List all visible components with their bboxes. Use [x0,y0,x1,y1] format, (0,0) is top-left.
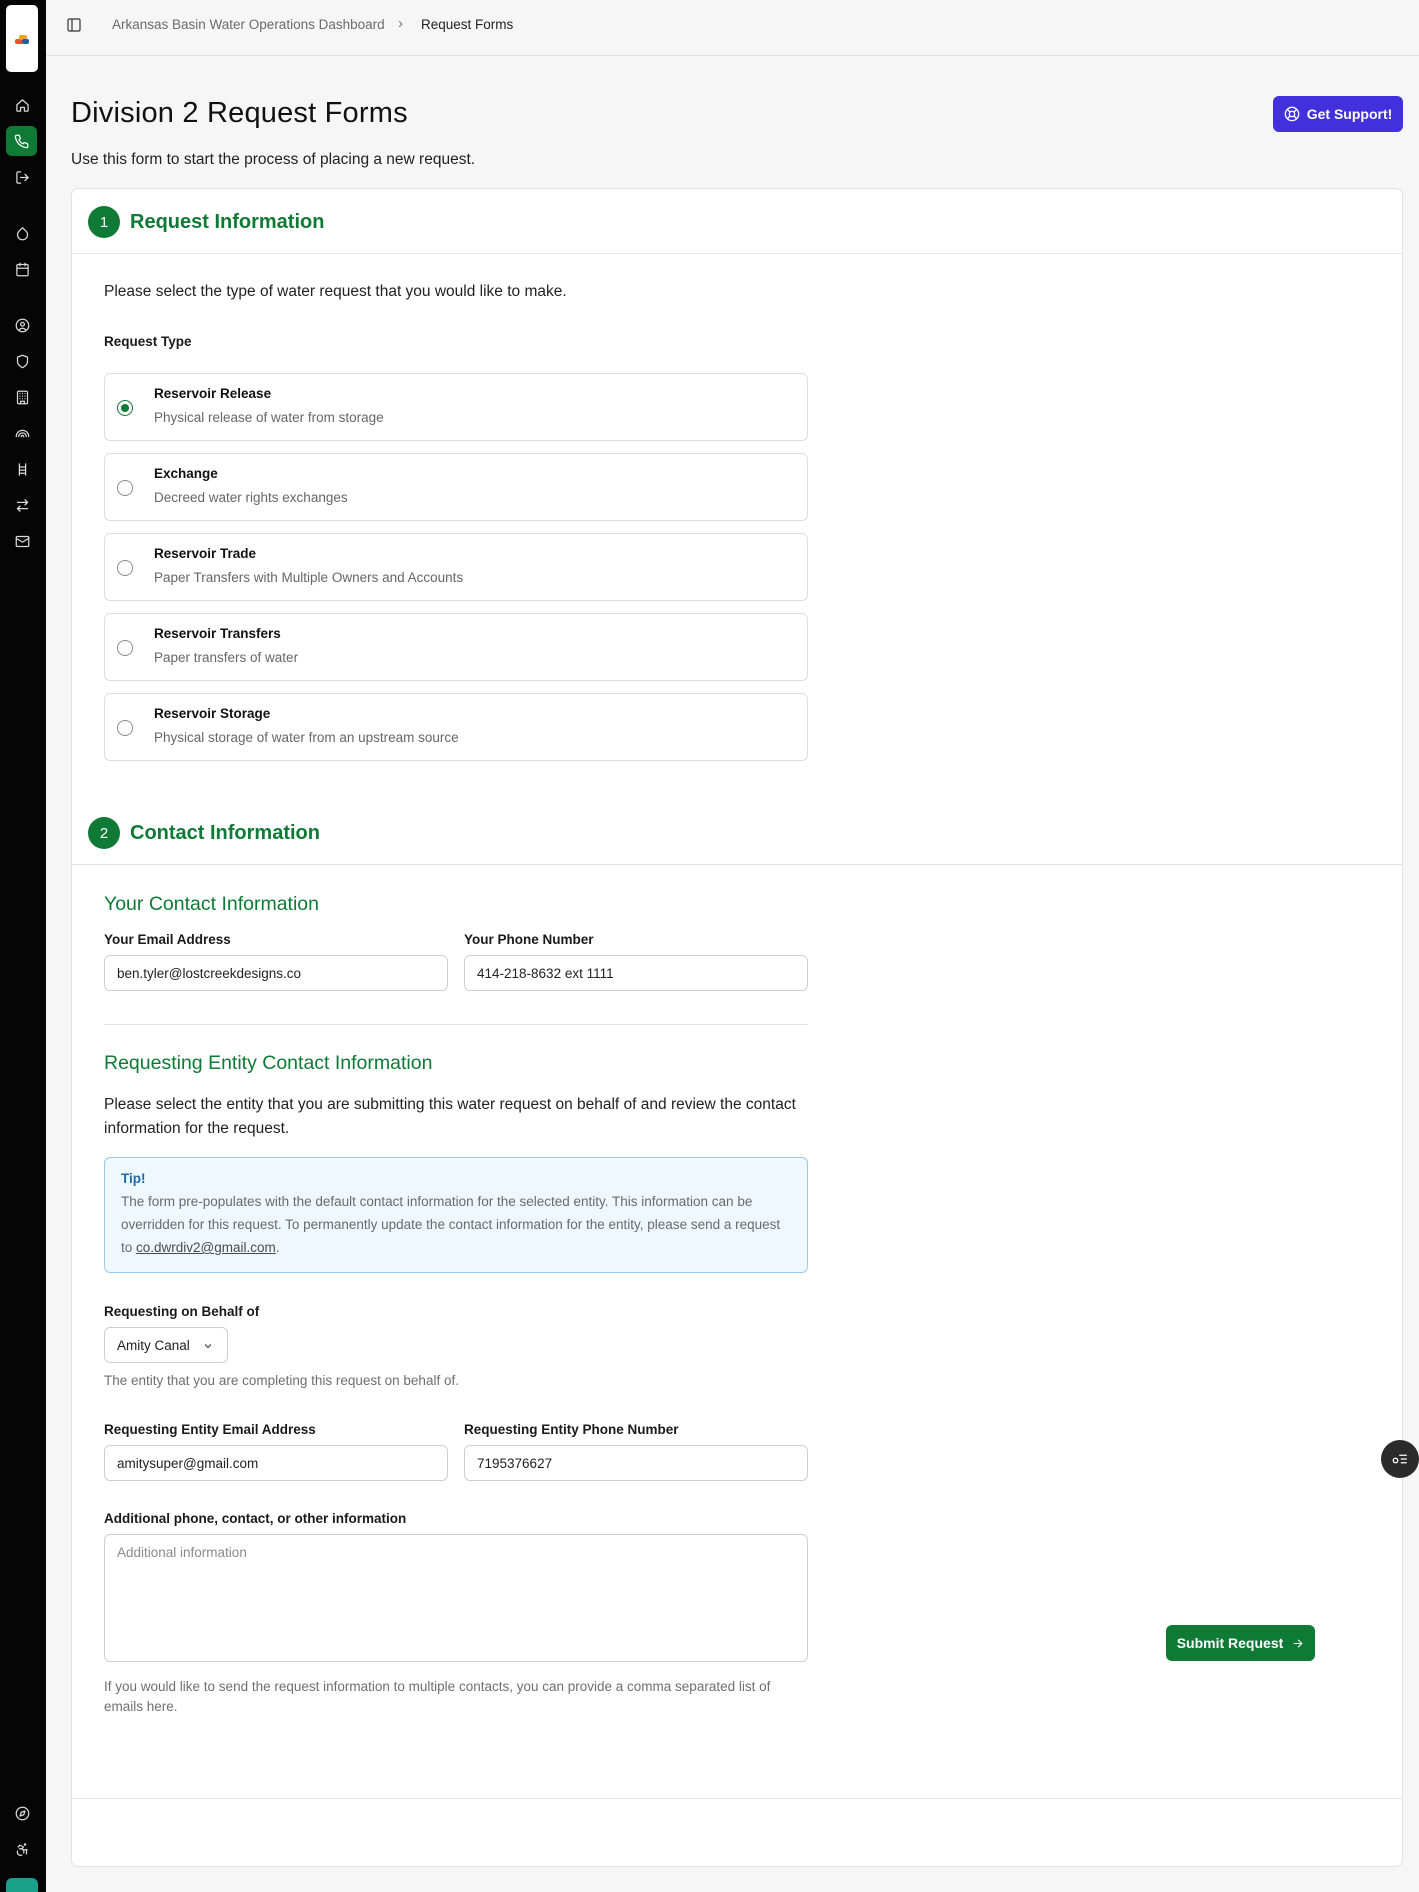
step-1-number: 1 [88,206,120,238]
compass-icon[interactable] [11,1802,33,1824]
radio-reservoir-storage[interactable]: Reservoir Storage Physical storage of wa… [104,693,808,761]
entity-contact-heading: Requesting Entity Contact Information [104,1052,433,1074]
logo-mark [15,34,29,44]
behalf-select[interactable]: Amity Canal [104,1327,228,1363]
transfer-icon[interactable] [11,494,33,516]
tip-callout: Tip! The form pre-populates with the def… [104,1157,808,1273]
request-form-card: 1 Request Information Please select the … [71,188,1403,1867]
behalf-label: Requesting on Behalf of [104,1304,260,1319]
lifebuoy-icon [1284,106,1300,122]
your-email-label: Your Email Address [104,932,231,947]
request-type-lead: Please select the type of water request … [104,283,567,300]
get-support-label: Get Support! [1306,106,1393,122]
footer-divider [72,1798,1402,1799]
radio-button[interactable] [117,480,133,496]
chevron-down-icon [203,1339,213,1349]
step-1-header: 1 Request Information [88,206,324,238]
section-divider [104,1024,808,1025]
ladder-icon[interactable] [11,458,33,480]
get-support-button[interactable]: Get Support! [1273,96,1403,132]
radio-button[interactable] [117,560,133,576]
home-icon[interactable] [11,94,33,116]
option-description: Paper transfers of water [154,650,299,665]
radio-reservoir-transfers[interactable]: Reservoir Transfers Paper transfers of w… [104,613,808,681]
option-description: Paper Transfers with Multiple Owners and… [154,570,464,585]
page-title: Division 2 Request Forms [71,97,408,129]
option-description: Decreed water rights exchanges [154,490,348,505]
sidebar-toggle-icon[interactable] [66,17,82,33]
your-phone-label: Your Phone Number [464,932,594,947]
submit-request-button[interactable]: Submit Request [1166,1625,1315,1661]
radio-reservoir-trade[interactable]: Reservoir Trade Paper Transfers with Mul… [104,533,808,601]
radio-button[interactable] [117,640,133,656]
request-type-label: Request Type [104,334,192,349]
radio-button[interactable] [117,400,133,416]
step-1-title: Request Information [130,210,325,233]
option-title: Reservoir Trade [154,546,257,561]
sidebar [0,0,46,1892]
top-bar: Arkansas Basin Water Operations Dashboar… [46,0,1419,56]
additional-info-label: Additional phone, contact, or other info… [104,1511,407,1526]
step-1-divider [72,253,1402,254]
entity-email-field[interactable]: amitysuper@gmail.com [104,1445,448,1481]
app-logo[interactable] [6,5,38,72]
step-2-divider [72,864,1402,865]
step-2-header: 2 Contact Information [88,817,320,849]
option-description: Physical storage of water from an upstre… [154,730,459,745]
your-phone-field[interactable]: 414-218-8632 ext 1111 [464,955,808,991]
breadcrumb-root[interactable]: Arkansas Basin Water Operations Dashboar… [112,17,385,32]
shield-icon[interactable] [11,350,33,372]
option-title: Reservoir Release [154,386,272,401]
submit-label: Submit Request [1176,1635,1284,1651]
mail-icon[interactable] [11,530,33,552]
radio-button[interactable] [117,720,133,736]
calendar-icon[interactable] [11,258,33,280]
radio-reservoir-release[interactable]: Reservoir Release Physical release of wa… [104,373,808,441]
tip-email-link[interactable]: co.dwrdiv2@gmail.com [136,1240,276,1255]
entity-phone-field[interactable]: 7195376627 [464,1445,808,1481]
entity-email-label: Requesting Entity Email Address [104,1422,316,1437]
tip-title: Tip! [121,1171,146,1186]
arrow-right-icon [1293,1638,1303,1648]
logout-icon[interactable] [11,166,33,188]
radio-exchange[interactable]: Exchange Decreed water rights exchanges [104,453,808,521]
option-description: Physical release of water from storage [154,410,384,425]
floating-assist-button[interactable] [1381,1440,1419,1478]
your-email-field[interactable]: ben.tyler@lostcreekdesigns.co [104,955,448,991]
option-title: Exchange [154,466,218,481]
list-settings-icon [1392,1454,1407,1464]
tip-end: . [275,1240,280,1255]
entity-description: Please select the entity that you are su… [104,1096,796,1137]
step-2-title: Contact Information [130,821,320,844]
option-title: Reservoir Transfers [154,626,281,641]
entity-phone-label: Requesting Entity Phone Number [464,1422,679,1437]
step-2-number: 2 [88,817,120,849]
tip-body: The form pre-populates with the default … [121,1190,791,1259]
option-title: Reservoir Storage [154,706,271,721]
additional-info-textarea[interactable]: Additional information [104,1534,808,1662]
sidebar-bottom-badge[interactable] [6,1878,38,1892]
chevron-right-icon: › [398,15,403,32]
breadcrumb-current: Request Forms [421,17,514,32]
behalf-help: The entity that you are completing this … [104,1373,459,1388]
page-subtitle: Use this form to start the process of pl… [71,151,476,168]
droplet-icon[interactable] [11,222,33,244]
behalf-select-value: Amity Canal [117,1337,190,1353]
rainbow-icon[interactable] [11,422,33,444]
accessibility-icon[interactable] [11,1838,33,1860]
phone-icon[interactable] [6,126,37,156]
your-contact-heading: Your Contact Information [104,893,319,915]
building-icon[interactable] [11,386,33,408]
additional-info-help: If you would like to send the request in… [104,1679,771,1714]
user-circle-icon[interactable] [11,314,33,336]
